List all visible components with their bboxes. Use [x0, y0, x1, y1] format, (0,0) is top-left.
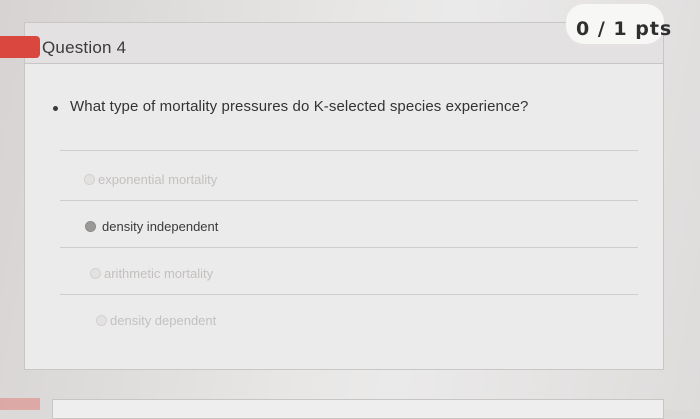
incorrect-indicator-tab — [0, 36, 40, 58]
bullet-icon — [53, 106, 58, 111]
answer-radio-4[interactable] — [96, 315, 107, 326]
question-title: Question 4 — [42, 38, 127, 57]
answer-label-4[interactable]: density dependent — [110, 313, 216, 328]
answer-radio-3[interactable] — [90, 268, 101, 279]
points-score: 0 / 1 pts — [576, 18, 673, 40]
divider — [60, 150, 638, 151]
answer-radio-2-selected[interactable] — [85, 221, 96, 232]
divider — [60, 294, 638, 295]
question-text: What type of mortality pressures do K-se… — [70, 98, 529, 115]
answer-label-3[interactable]: arithmetic mortality — [104, 266, 213, 281]
next-question-indicator — [0, 398, 40, 410]
divider — [60, 200, 638, 201]
divider — [60, 247, 638, 248]
answer-radio-1[interactable] — [84, 174, 95, 185]
answer-label-2[interactable]: density independent — [102, 219, 218, 234]
answer-label-1[interactable]: exponential mortality — [98, 172, 217, 187]
next-question-card — [52, 399, 664, 419]
